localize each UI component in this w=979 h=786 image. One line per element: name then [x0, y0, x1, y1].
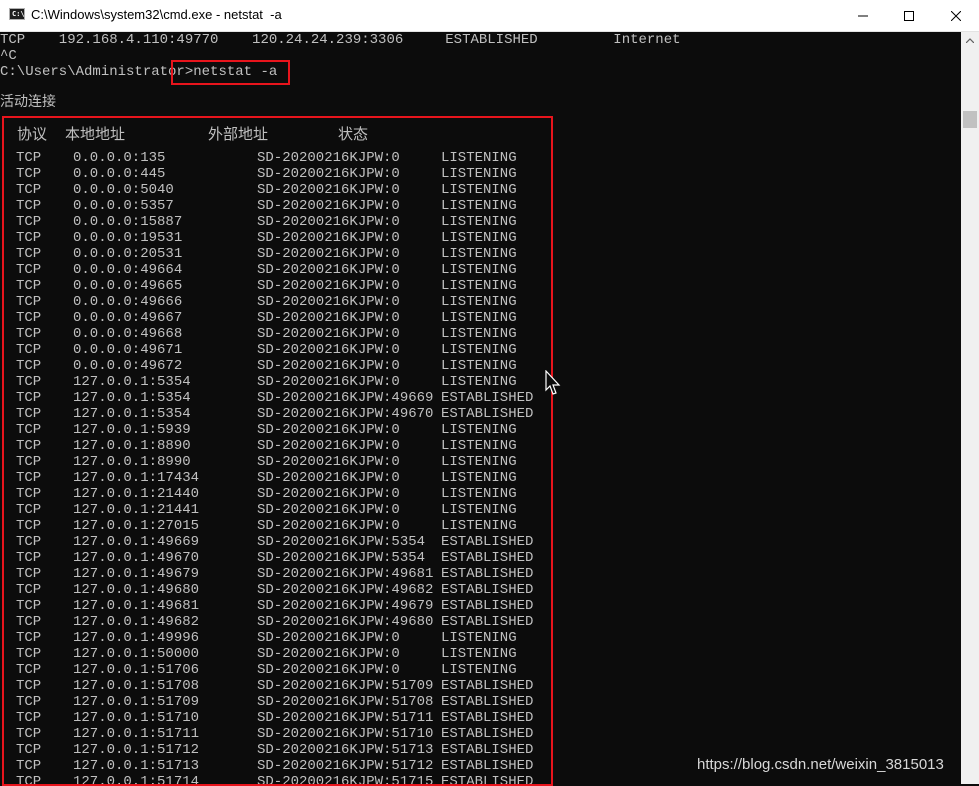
- minimize-icon: [858, 15, 868, 16]
- prompt: C:\Users\Administrator>: [0, 64, 194, 80]
- command-highlight-box: [171, 60, 290, 85]
- ctrl-c-line: ^C: [0, 48, 17, 64]
- close-icon: [951, 10, 961, 21]
- chevron-up-icon: [966, 38, 974, 43]
- vertical-scrollbar[interactable]: [961, 32, 979, 784]
- window-title: C:\Windows\system32\cmd.exe - netstat -a: [31, 7, 282, 22]
- title-bar[interactable]: C:\ C:\Windows\system32\cmd.exe - netsta…: [0, 0, 979, 32]
- section-title: 活动连接: [0, 94, 56, 110]
- close-button[interactable]: [933, 0, 979, 31]
- maximize-icon: [904, 10, 914, 21]
- cmd-app-icon[interactable]: C:\: [9, 8, 25, 20]
- table-highlight-box: [2, 116, 553, 786]
- previous-output-line: TCP 192.168.4.110:49770 120.24.24.239:33…: [0, 32, 681, 48]
- maximize-button[interactable]: [886, 0, 932, 31]
- mouse-cursor-icon: [545, 370, 561, 395]
- watermark-text: https://blog.csdn.net/weixin_3815013: [697, 756, 944, 773]
- scrollbar-thumb[interactable]: [963, 111, 977, 128]
- scroll-up-button[interactable]: [961, 32, 979, 49]
- minimize-button[interactable]: [840, 0, 886, 31]
